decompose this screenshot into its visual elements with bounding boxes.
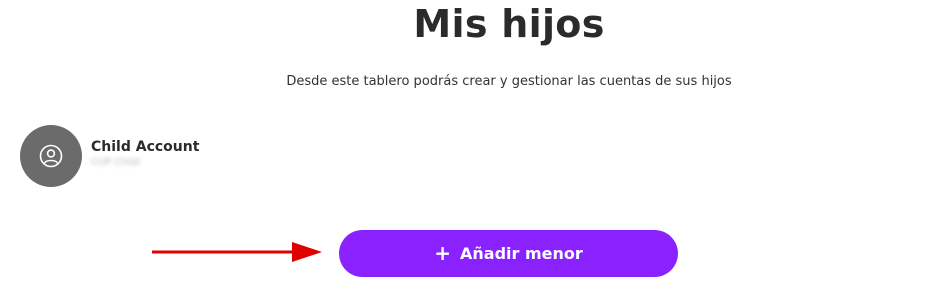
page-subtitle: Desde este tablero podrás crear y gestio… xyxy=(286,74,732,89)
arrow-right-icon xyxy=(152,242,322,262)
child-name: Child Account xyxy=(91,139,200,155)
child-detail: CUP Child xyxy=(91,157,140,168)
add-child-label: Añadir menor xyxy=(460,244,583,263)
add-child-button[interactable]: + Añadir menor xyxy=(339,230,678,277)
avatar xyxy=(20,125,82,187)
page-title: Mis hijos xyxy=(413,2,605,46)
user-circle-icon xyxy=(39,144,63,168)
page: Mis hijos Desde este tablero podrás crea… xyxy=(0,0,945,290)
plus-icon: + xyxy=(434,240,451,265)
child-card[interactable]: Child Account CUP Child xyxy=(20,125,240,187)
